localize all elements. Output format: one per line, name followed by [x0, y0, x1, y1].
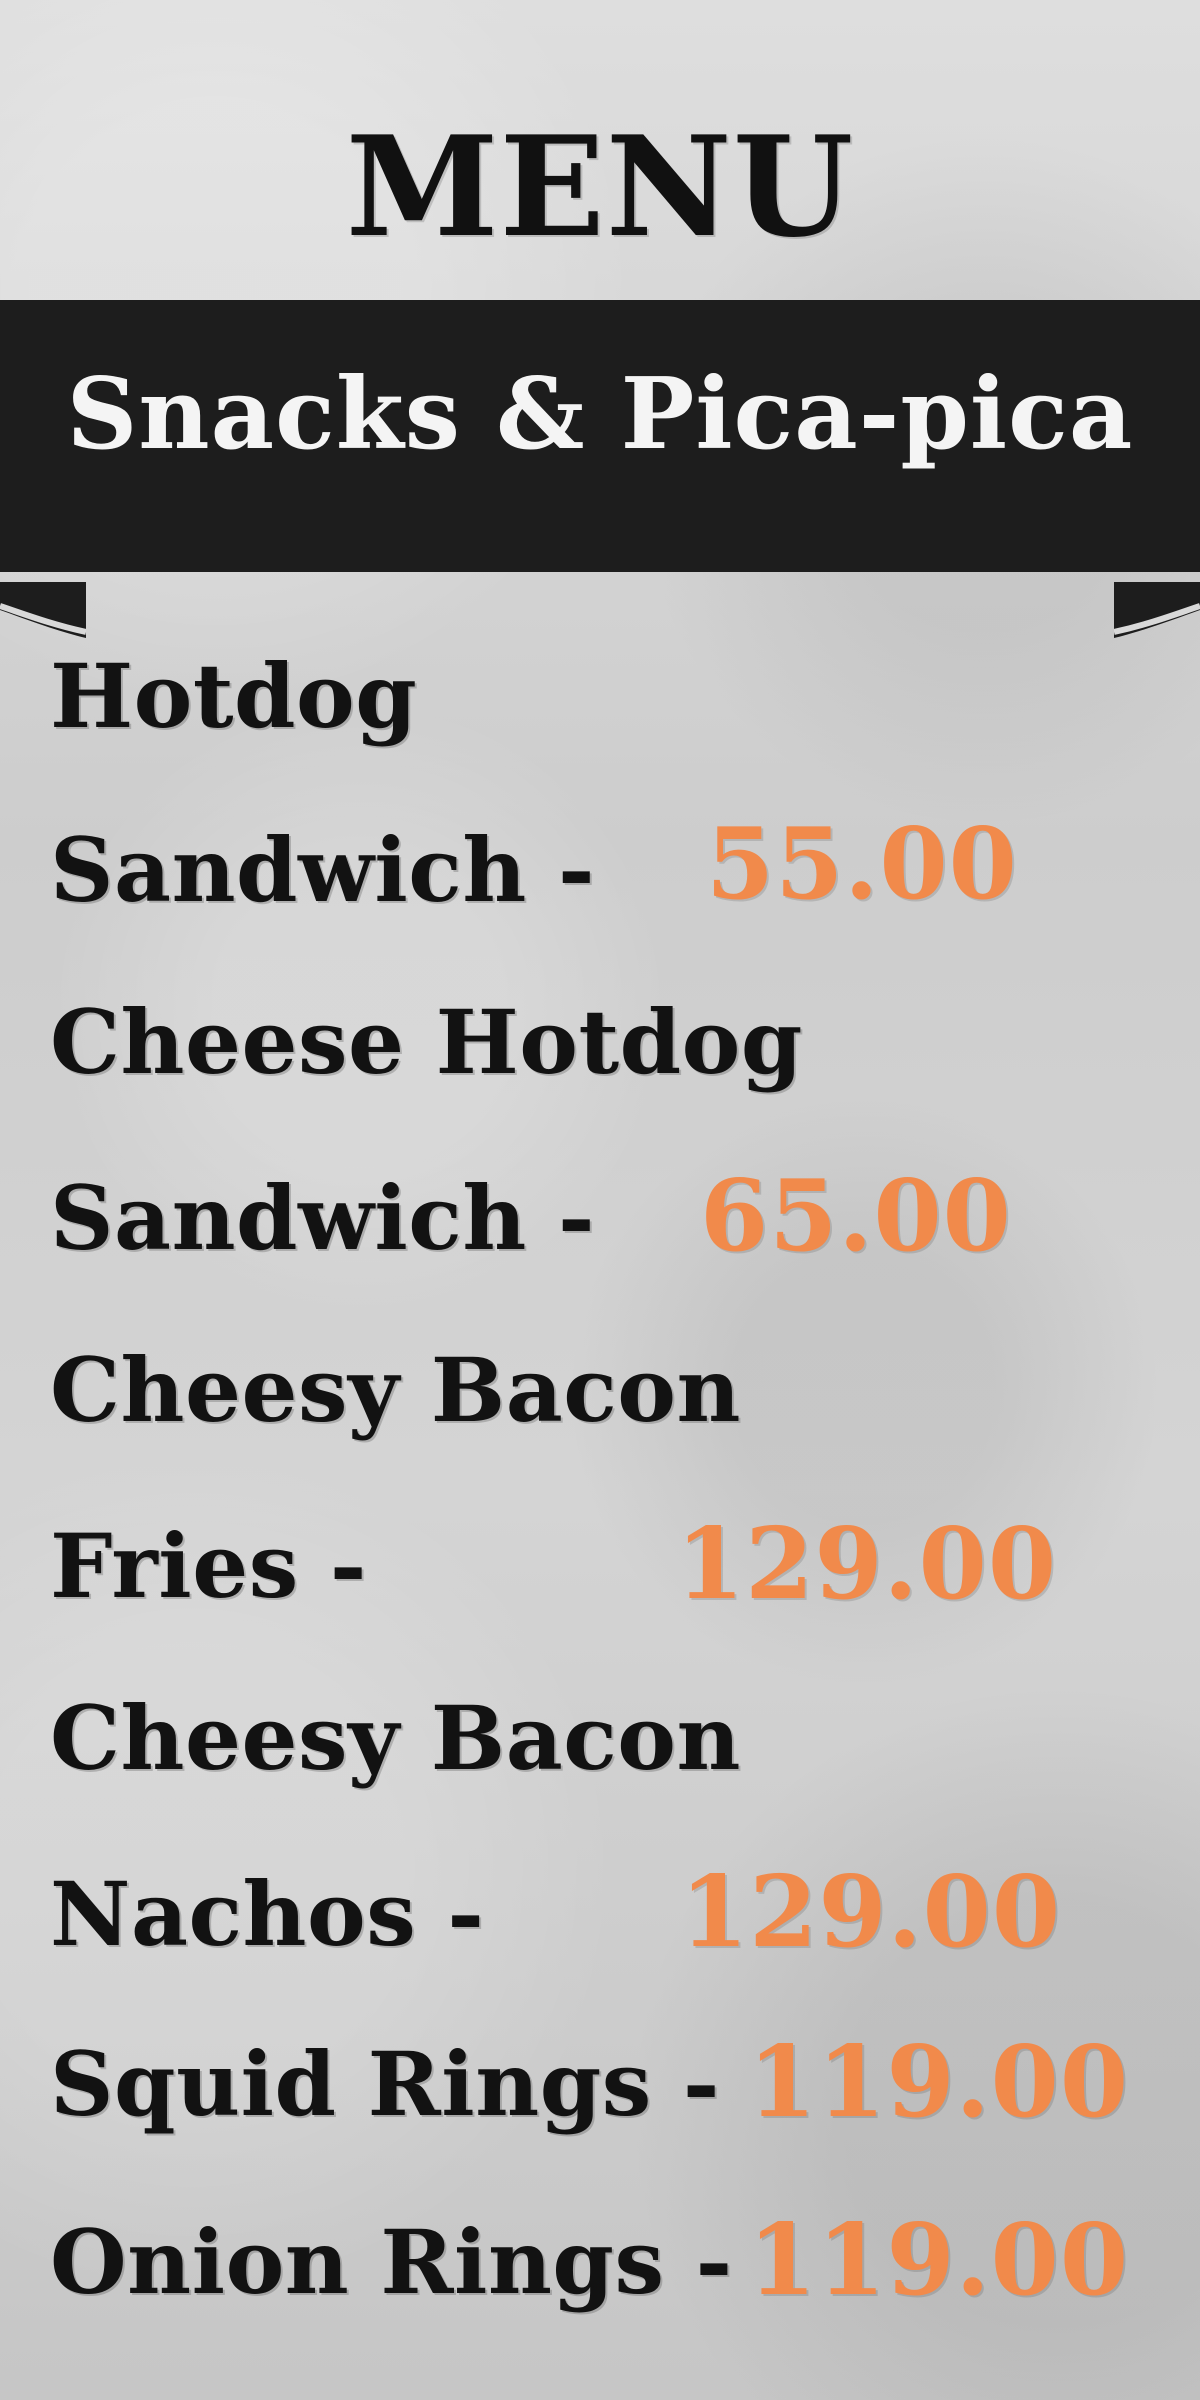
menu-item-4-price: 129.00 — [680, 1855, 1062, 1970]
banner-left-ribbon — [0, 582, 86, 638]
menu-item-3-price: 129.00 — [676, 1507, 1058, 1622]
menu-item-4-line-1: Cheesy Bacon — [50, 1686, 741, 1790]
menu-item-5-line-1: Squid Rings - — [50, 2032, 720, 2136]
menu-item-1-line-1: Hotdog — [50, 644, 418, 748]
menu-item-2-line-2: Sandwich - — [50, 1166, 595, 1270]
menu-item-5-price: 119.00 — [748, 2025, 1130, 2140]
menu-item-3-line-1: Cheesy Bacon — [50, 1338, 741, 1442]
menu-item-1-line-2: Sandwich - — [50, 818, 595, 922]
menu-item-2-price: 65.00 — [700, 1159, 1012, 1274]
menu-item-3-line-2: Fries - — [50, 1514, 367, 1618]
menu-item-6-price: 119.00 — [748, 2203, 1130, 2318]
menu-item-1-price: 55.00 — [706, 807, 1018, 922]
menu-item-4-line-2: Nachos - — [50, 1862, 485, 1966]
section-title: Snacks & Pica-pica — [66, 357, 1134, 472]
banner-right-ribbon — [1114, 582, 1200, 638]
menu-item-6-line-1: Onion Rings - — [50, 2210, 733, 2314]
menu-item-2-line-1: Cheese Hotdog — [50, 990, 803, 1094]
menu-title: MENU — [345, 105, 855, 268]
